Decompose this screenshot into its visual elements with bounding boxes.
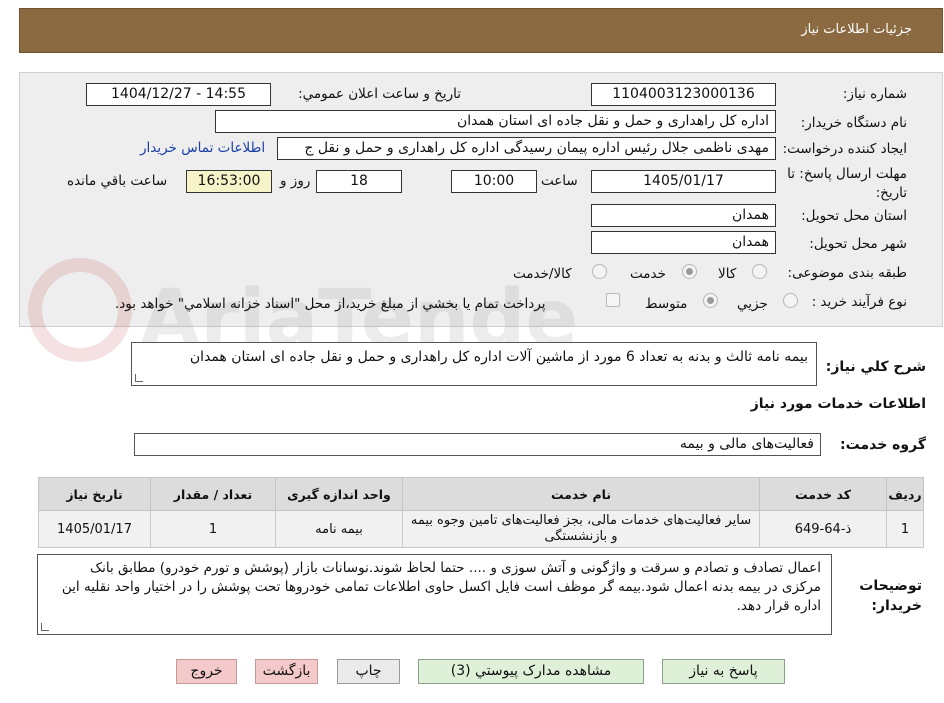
- buyer-org-label: نام دستگاه خريدار:: [800, 115, 907, 131]
- service-group-field: فعالیت‌های مالی و بیمه: [134, 433, 821, 456]
- buyer-notes-text: اعمال تصادف و تصادم و سرقت و واژگونی و آ…: [61, 560, 821, 614]
- exit-button[interactable]: خروج: [176, 659, 237, 684]
- view-attachments-button[interactable]: مشاهده مدارک پيوستي (3): [418, 659, 644, 684]
- delivery-city-field: همدان: [591, 231, 776, 254]
- cell-row-number: 1: [886, 510, 924, 548]
- resize-handle-icon[interactable]: [135, 374, 143, 382]
- deadline-date-field: 1405/01/17: [591, 170, 776, 193]
- watermark-icon: [28, 258, 132, 362]
- column-header-unit: واحد اندازه گيری: [275, 477, 403, 511]
- process-label: نوع فرآیند خرید :: [811, 294, 907, 310]
- remaining-time-label: ساعت باقي مانده: [67, 173, 168, 189]
- category-radio-goods[interactable]: [752, 264, 767, 279]
- category-label: طبقه بندی موضوعی:: [787, 265, 907, 281]
- column-header-quantity: تعداد / مقدار: [150, 477, 276, 511]
- delivery-province-label: استان محل تحويل:: [801, 208, 907, 224]
- process-option-minor: جزيي: [737, 296, 768, 312]
- resize-handle-icon[interactable]: [41, 623, 49, 631]
- page-header: جزئیات اطلاعات نیاز: [19, 8, 943, 53]
- buyer-contact-link[interactable]: اطلاعات تماس خريدار: [140, 140, 265, 156]
- deadline-days-label: روز و: [280, 173, 311, 189]
- requester-field: مهدی ناظمی جلال رئیس اداره پیمان رسیدگی …: [277, 137, 776, 160]
- treasury-checkbox[interactable]: [606, 293, 620, 307]
- delivery-city-label: شهر محل تحويل:: [809, 236, 907, 252]
- description-text: بیمه نامه ثالث و بدنه به تعداد 6 مورد از…: [189, 349, 808, 365]
- cell-service-code: ذ-64-649: [759, 510, 887, 548]
- column-header-service-name: نام خدمت: [402, 477, 760, 511]
- column-header-row-number: رديف: [886, 477, 924, 511]
- remaining-time-field: 16:53:00: [186, 170, 272, 193]
- description-field: بیمه نامه ثالث و بدنه به تعداد 6 مورد از…: [131, 342, 817, 386]
- print-button[interactable]: چاپ: [337, 659, 400, 684]
- back-button[interactable]: بازگشت: [255, 659, 318, 684]
- table-row: 1 ذ-64-649 سایر فعالیت‌های خدمات مالی، ب…: [38, 510, 924, 548]
- need-number-label: شماره نیاز:: [842, 86, 907, 102]
- process-option-medium: متوسط: [645, 296, 688, 312]
- service-group-label: گروه خدمت:: [840, 437, 926, 453]
- cell-quantity: 1: [150, 510, 276, 548]
- cell-need-date: 1405/01/17: [38, 510, 151, 548]
- category-option-goods-service: کالا/خدمت: [513, 266, 572, 282]
- services-section-title: اطلاعات خدمات مورد نياز: [750, 396, 926, 412]
- process-radio-minor[interactable]: [783, 293, 798, 308]
- buyer-org-field: اداره کل راهداری و حمل و نقل جاده ای است…: [215, 110, 776, 133]
- process-radio-medium[interactable]: [703, 293, 718, 308]
- page-title: جزئیات اطلاعات نیاز: [801, 22, 912, 37]
- buyer-notes-label: توضيحات خريدار:: [859, 578, 922, 614]
- requester-label: ايجاد کننده درخواست:: [782, 141, 907, 157]
- deadline-time-field: 10:00: [451, 170, 537, 193]
- deadline-time-label: ساعت: [541, 173, 578, 189]
- table-header-row: رديف کد خدمت نام خدمت واحد اندازه گيری ت…: [38, 477, 924, 511]
- announce-date-label: تاریخ و ساعت اعلان عمومي:: [298, 86, 461, 102]
- category-radio-goods-service[interactable]: [592, 264, 607, 279]
- treasury-note: پرداخت تمام يا بخشي از مبلغ خريد،از محل …: [115, 296, 546, 312]
- services-table: رديف کد خدمت نام خدمت واحد اندازه گيری ت…: [38, 477, 924, 548]
- deadline-days-field: 18: [316, 170, 402, 193]
- need-number-field: 1104003123000136: [591, 83, 776, 106]
- deadline-label: مهلت ارسال پاسخ: تا تاریخ:: [787, 166, 907, 201]
- column-header-need-date: تاريخ نياز: [38, 477, 151, 511]
- category-radio-service[interactable]: [682, 264, 697, 279]
- column-header-service-code: کد خدمت: [759, 477, 887, 511]
- description-label: شرح کلي نياز:: [825, 359, 926, 375]
- buyer-notes-field: اعمال تصادف و تصادم و سرقت و واژگونی و آ…: [37, 554, 832, 635]
- reply-button[interactable]: پاسخ به نياز: [662, 659, 785, 684]
- cell-service-name: سایر فعالیت‌های خدمات مالی، بجز فعالیت‌ه…: [402, 510, 760, 548]
- category-option-service: خدمت: [630, 266, 666, 282]
- cell-unit: بیمه نامه: [275, 510, 403, 548]
- category-option-goods: کالا: [718, 266, 737, 282]
- delivery-province-field: همدان: [591, 204, 776, 227]
- announce-date-field: 1404/12/27 - 14:55: [86, 83, 271, 106]
